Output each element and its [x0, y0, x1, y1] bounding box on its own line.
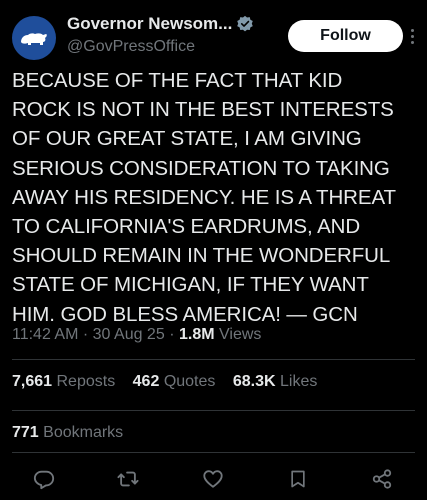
- author-display-name[interactable]: Governor Newsom...: [67, 14, 232, 34]
- divider: [12, 452, 415, 453]
- views-label: Views: [219, 326, 262, 343]
- author-info[interactable]: Governor Newsom... @GovPressOffice: [67, 12, 282, 56]
- engagement-stats: 7,661 Reposts 462 Quotes 68.3K Likes: [12, 373, 330, 391]
- share-icon: [372, 469, 392, 489]
- action-bar: [0, 464, 427, 494]
- post-header: Governor Newsom... @GovPressOffice Follo…: [12, 12, 415, 64]
- quotes-stat[interactable]: 462 Quotes: [133, 373, 216, 390]
- likes-stat[interactable]: 68.3K Likes: [233, 373, 318, 390]
- post-time[interactable]: 11:42 AM: [12, 326, 78, 343]
- more-options-icon[interactable]: [407, 22, 417, 50]
- reply-icon: [33, 470, 55, 490]
- like-button[interactable]: [198, 464, 228, 494]
- bookmarks-label: Bookmarks: [43, 424, 124, 441]
- quotes-count: 462: [132, 373, 160, 390]
- likes-label: Likes: [280, 373, 318, 390]
- meta-separator: ·: [169, 326, 175, 343]
- verified-badge-icon: [237, 15, 254, 32]
- reposts-label: Reposts: [56, 373, 116, 390]
- post-meta: 11:42 AM · 30 Aug 25 · 1.8M Views: [12, 326, 261, 344]
- reply-button[interactable]: [29, 464, 59, 494]
- like-icon: [203, 470, 223, 488]
- reposts-count: 7,661: [12, 373, 53, 390]
- bookmark-icon: [291, 470, 305, 488]
- bookmark-button[interactable]: [283, 464, 313, 494]
- post-date[interactable]: 30 Aug 25: [93, 326, 165, 343]
- reposts-stat[interactable]: 7,661 Reposts: [12, 373, 115, 390]
- post-text: BECAUSE OF THE FACT THAT KID ROCK IS NOT…: [12, 69, 396, 326]
- share-button[interactable]: [367, 464, 397, 494]
- california-bear-icon: [21, 33, 47, 45]
- quotes-label: Quotes: [163, 373, 216, 390]
- post: Governor Newsom... @GovPressOffice Follo…: [0, 0, 427, 500]
- repost-icon: [117, 471, 139, 487]
- likes-count: 68.3K: [232, 373, 276, 390]
- avatar[interactable]: [12, 16, 56, 60]
- meta-separator: ·: [82, 326, 89, 343]
- views-count: 1.8M: [178, 326, 215, 343]
- follow-button[interactable]: Follow: [288, 20, 403, 52]
- divider: [12, 410, 415, 411]
- author-handle[interactable]: @GovPressOffice: [67, 38, 282, 56]
- bookmarks-stat[interactable]: 771 Bookmarks: [12, 424, 123, 442]
- divider: [12, 359, 415, 360]
- repost-button[interactable]: [113, 464, 143, 494]
- bookmarks-count: 771: [12, 424, 39, 441]
